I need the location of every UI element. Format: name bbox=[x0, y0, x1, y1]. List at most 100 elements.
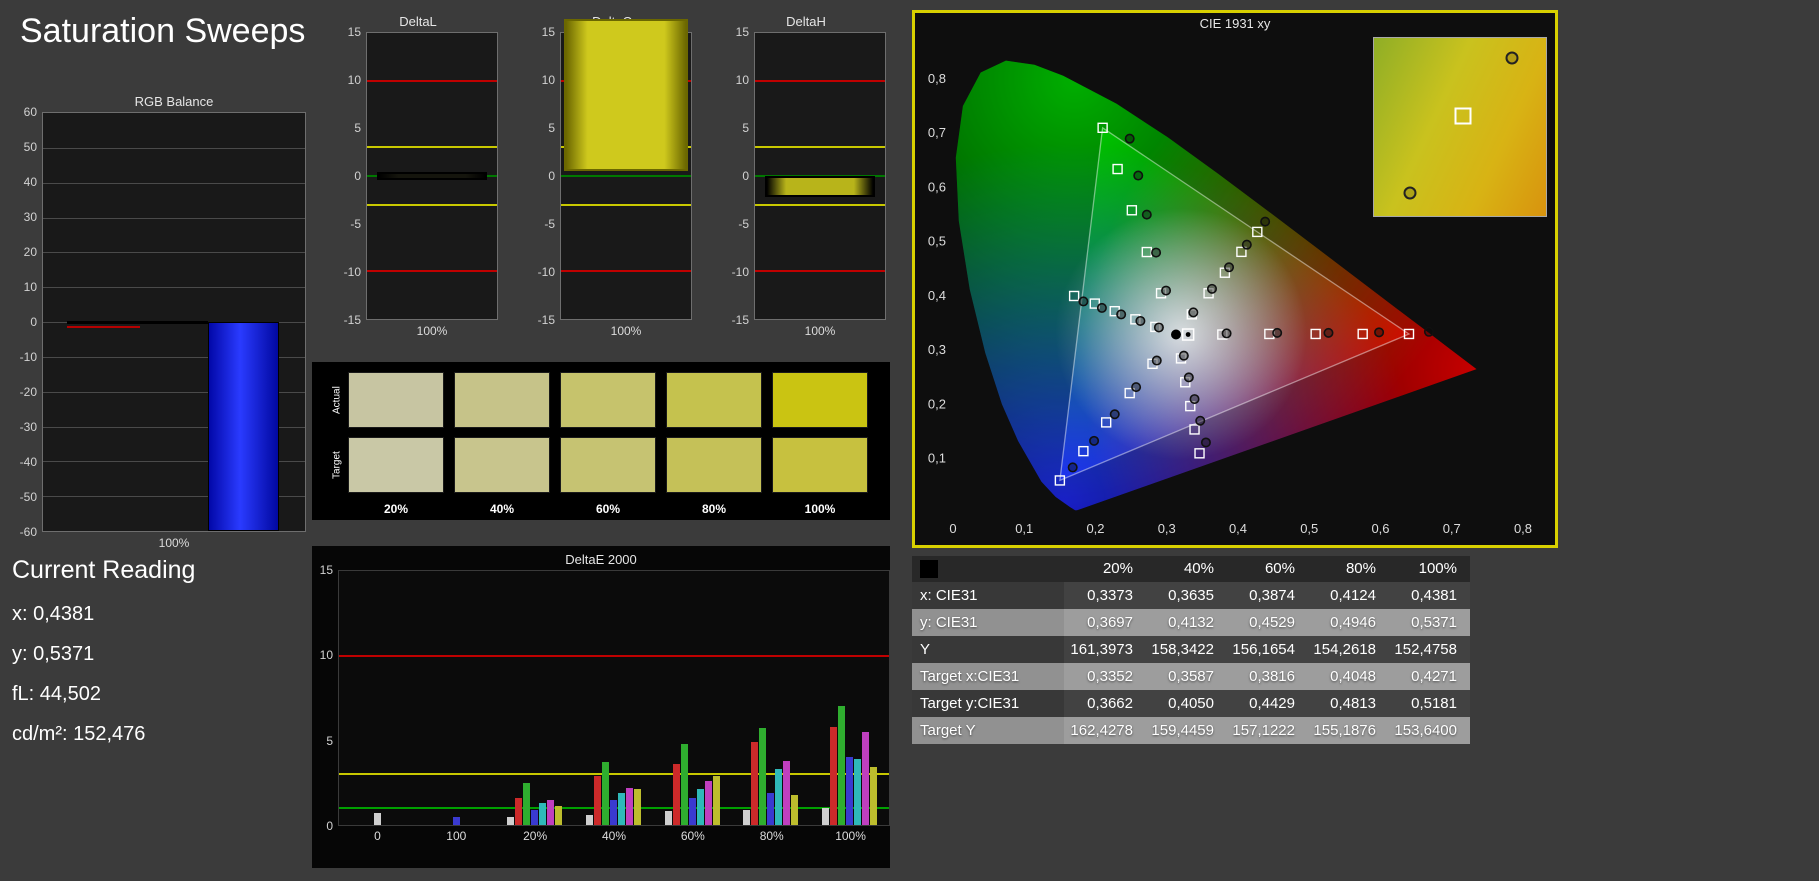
y-tick-label: 60 bbox=[23, 105, 37, 119]
table-header-cell: 60% bbox=[1264, 560, 1295, 577]
reference-line bbox=[755, 79, 885, 82]
swatch-target-40% bbox=[454, 437, 550, 493]
swatch-row-label: Actual bbox=[331, 386, 343, 414]
table-cell: 0,3816 bbox=[1249, 668, 1295, 685]
reference-line bbox=[367, 79, 497, 82]
reference-line bbox=[367, 146, 497, 149]
measured-point-yellow bbox=[1260, 216, 1271, 227]
current-reading-line: fL: 44,502 bbox=[12, 683, 101, 705]
deltae-bar-blue bbox=[610, 799, 617, 825]
blue-balance-bar bbox=[208, 322, 279, 531]
measured-point-red bbox=[1423, 326, 1434, 337]
x-tick-label: 80% bbox=[759, 829, 784, 843]
swatch-percent-label: 40% bbox=[489, 502, 515, 516]
x-tick-label: 100% bbox=[835, 829, 866, 843]
measured-point-green bbox=[1124, 133, 1135, 144]
y-tick-label: 0 bbox=[354, 169, 361, 183]
current-reading-line: y: 0,5371 bbox=[12, 643, 95, 665]
table-cell: 161,3973 bbox=[1070, 641, 1133, 658]
deltae-bar-blue bbox=[845, 757, 853, 825]
y-tick-label: -5 bbox=[544, 217, 555, 231]
rgb-balance-title: RGB Balance bbox=[134, 94, 214, 109]
y-tick-label: 5 bbox=[742, 121, 749, 135]
color-swatch-panel: Actual Target 20% 40% 60% 80% 100% bbox=[312, 362, 890, 520]
reference-line bbox=[755, 146, 885, 149]
swatch-row-target: Target bbox=[326, 437, 890, 493]
y-tick-label: 15 bbox=[735, 25, 749, 39]
svg-text:0,4: 0,4 bbox=[928, 288, 946, 303]
y-tick-label: 5 bbox=[548, 121, 555, 135]
svg-text:0,4: 0,4 bbox=[1229, 521, 1247, 536]
measured-point-red bbox=[1272, 327, 1283, 338]
table-corner-marker bbox=[920, 560, 938, 578]
deltae-bar-yellow bbox=[791, 794, 799, 825]
deltae-bar-group bbox=[664, 571, 721, 825]
deltae-bar-yellow bbox=[869, 767, 877, 825]
cie-1931-panel: CIE 1931 xy 0 0,1 0,2 0,3 0,4 0,5 0,6 0,7 0,8 0,1… bbox=[912, 10, 1558, 548]
swatch-percent-label: 60% bbox=[595, 502, 621, 516]
deltaH-ylabels: 15 10 5 0 -5 -10 -15 bbox=[726, 25, 754, 327]
table-cell: 158,3422 bbox=[1151, 641, 1214, 658]
table-cell: 0,3352 bbox=[1087, 668, 1133, 685]
deltae-bar-group bbox=[586, 571, 642, 825]
svg-text:0,5: 0,5 bbox=[928, 234, 946, 249]
swatch-row-actual: Actual bbox=[326, 372, 890, 428]
deltae-bar-blue bbox=[688, 797, 696, 825]
deltae-bar-blue bbox=[531, 809, 539, 825]
rgb-balance-ylabels: 60 50 40 30 20 10 0 -10 -20 -30 -40 -50 -60 bbox=[6, 105, 42, 539]
measured-point-magenta bbox=[1195, 415, 1206, 426]
svg-text:0,3: 0,3 bbox=[928, 342, 946, 357]
y-tick-label: -5 bbox=[738, 217, 749, 231]
deltae-bar-blue bbox=[452, 816, 460, 825]
swatch-percent-label: 20% bbox=[383, 502, 409, 516]
deltae-bar-magenta bbox=[547, 799, 555, 825]
svg-text:0,1: 0,1 bbox=[1015, 521, 1033, 536]
measured-point-yellow bbox=[1224, 262, 1235, 273]
saturation-sweeps-page: Saturation Sweeps RGB Balance 60 50 40 30 20… bbox=[0, 0, 1819, 881]
swatch-rows: Actual Target 20% 40% 60% 80% 100% bbox=[326, 372, 890, 516]
rgb-balance-chart: RGB Balance 60 50 40 30 20 10 0 -10 -20 -30 -40 -50… bbox=[6, 94, 306, 550]
deltae-bar-white bbox=[821, 808, 829, 825]
y-tick-label: -10 bbox=[343, 265, 361, 279]
deltae-bar-cyan bbox=[853, 758, 861, 825]
delta-charts-row: DeltaL 151050-5-10-15 100% DeltaC 151050… bbox=[338, 14, 886, 338]
table-header-row: 20% 40% 60% 80% 100% bbox=[912, 556, 1470, 582]
x-tick-label: 40% bbox=[601, 829, 627, 843]
cie-zoom-inset bbox=[1373, 37, 1547, 217]
measured-point-blue bbox=[1109, 409, 1120, 420]
swatch-actual-100% bbox=[772, 372, 868, 428]
table-cell: 0,4813 bbox=[1330, 695, 1376, 712]
deltae-bar-green bbox=[523, 782, 531, 825]
deltae-bar-cyan bbox=[539, 803, 547, 825]
deltaL-xlabel: 100% bbox=[416, 324, 448, 338]
swatch-target-80% bbox=[666, 437, 762, 493]
swatch-actual-40% bbox=[454, 372, 550, 428]
y-tick-label: 10 bbox=[735, 73, 749, 87]
deltae-plot bbox=[338, 570, 890, 826]
table-cell: 162,4278 bbox=[1070, 722, 1133, 739]
table-cell: 0,4381 bbox=[1411, 587, 1457, 604]
deltae-bar-magenta bbox=[783, 760, 791, 825]
deltae-bar-red bbox=[672, 764, 680, 825]
deltae-bar-yellow bbox=[634, 789, 641, 825]
gridline bbox=[43, 217, 305, 219]
y-tick-label: 5 bbox=[354, 121, 361, 135]
deltae-bar-green bbox=[602, 762, 609, 825]
deltae-bar-red bbox=[751, 742, 759, 825]
deltaL-bar bbox=[377, 171, 487, 181]
deltae-title: DeltaE 2000 bbox=[565, 552, 637, 567]
y-tick-label: 0 bbox=[742, 169, 749, 183]
deltae-xlabels: 0 100 20% 40% 60% 80% 100% bbox=[338, 826, 890, 846]
deltae-bar-green bbox=[680, 743, 688, 825]
page-title: Saturation Sweeps bbox=[20, 12, 306, 50]
table-cell: 0,5181 bbox=[1411, 695, 1457, 712]
table-cell: 154,2618 bbox=[1313, 641, 1376, 658]
y-tick-label: -40 bbox=[19, 455, 37, 469]
table-cell: 0,3697 bbox=[1087, 614, 1133, 631]
y-tick-label: 10 bbox=[23, 280, 37, 294]
deltae-bar-white bbox=[586, 814, 593, 825]
measured-point-green bbox=[1133, 170, 1144, 181]
y-tick-label: -10 bbox=[537, 265, 555, 279]
rgb-balance-xlabel: 100% bbox=[158, 536, 190, 550]
current-reading: Current Reading x: 0,4381 y: 0,5371 fL: 44… bbox=[12, 556, 302, 763]
